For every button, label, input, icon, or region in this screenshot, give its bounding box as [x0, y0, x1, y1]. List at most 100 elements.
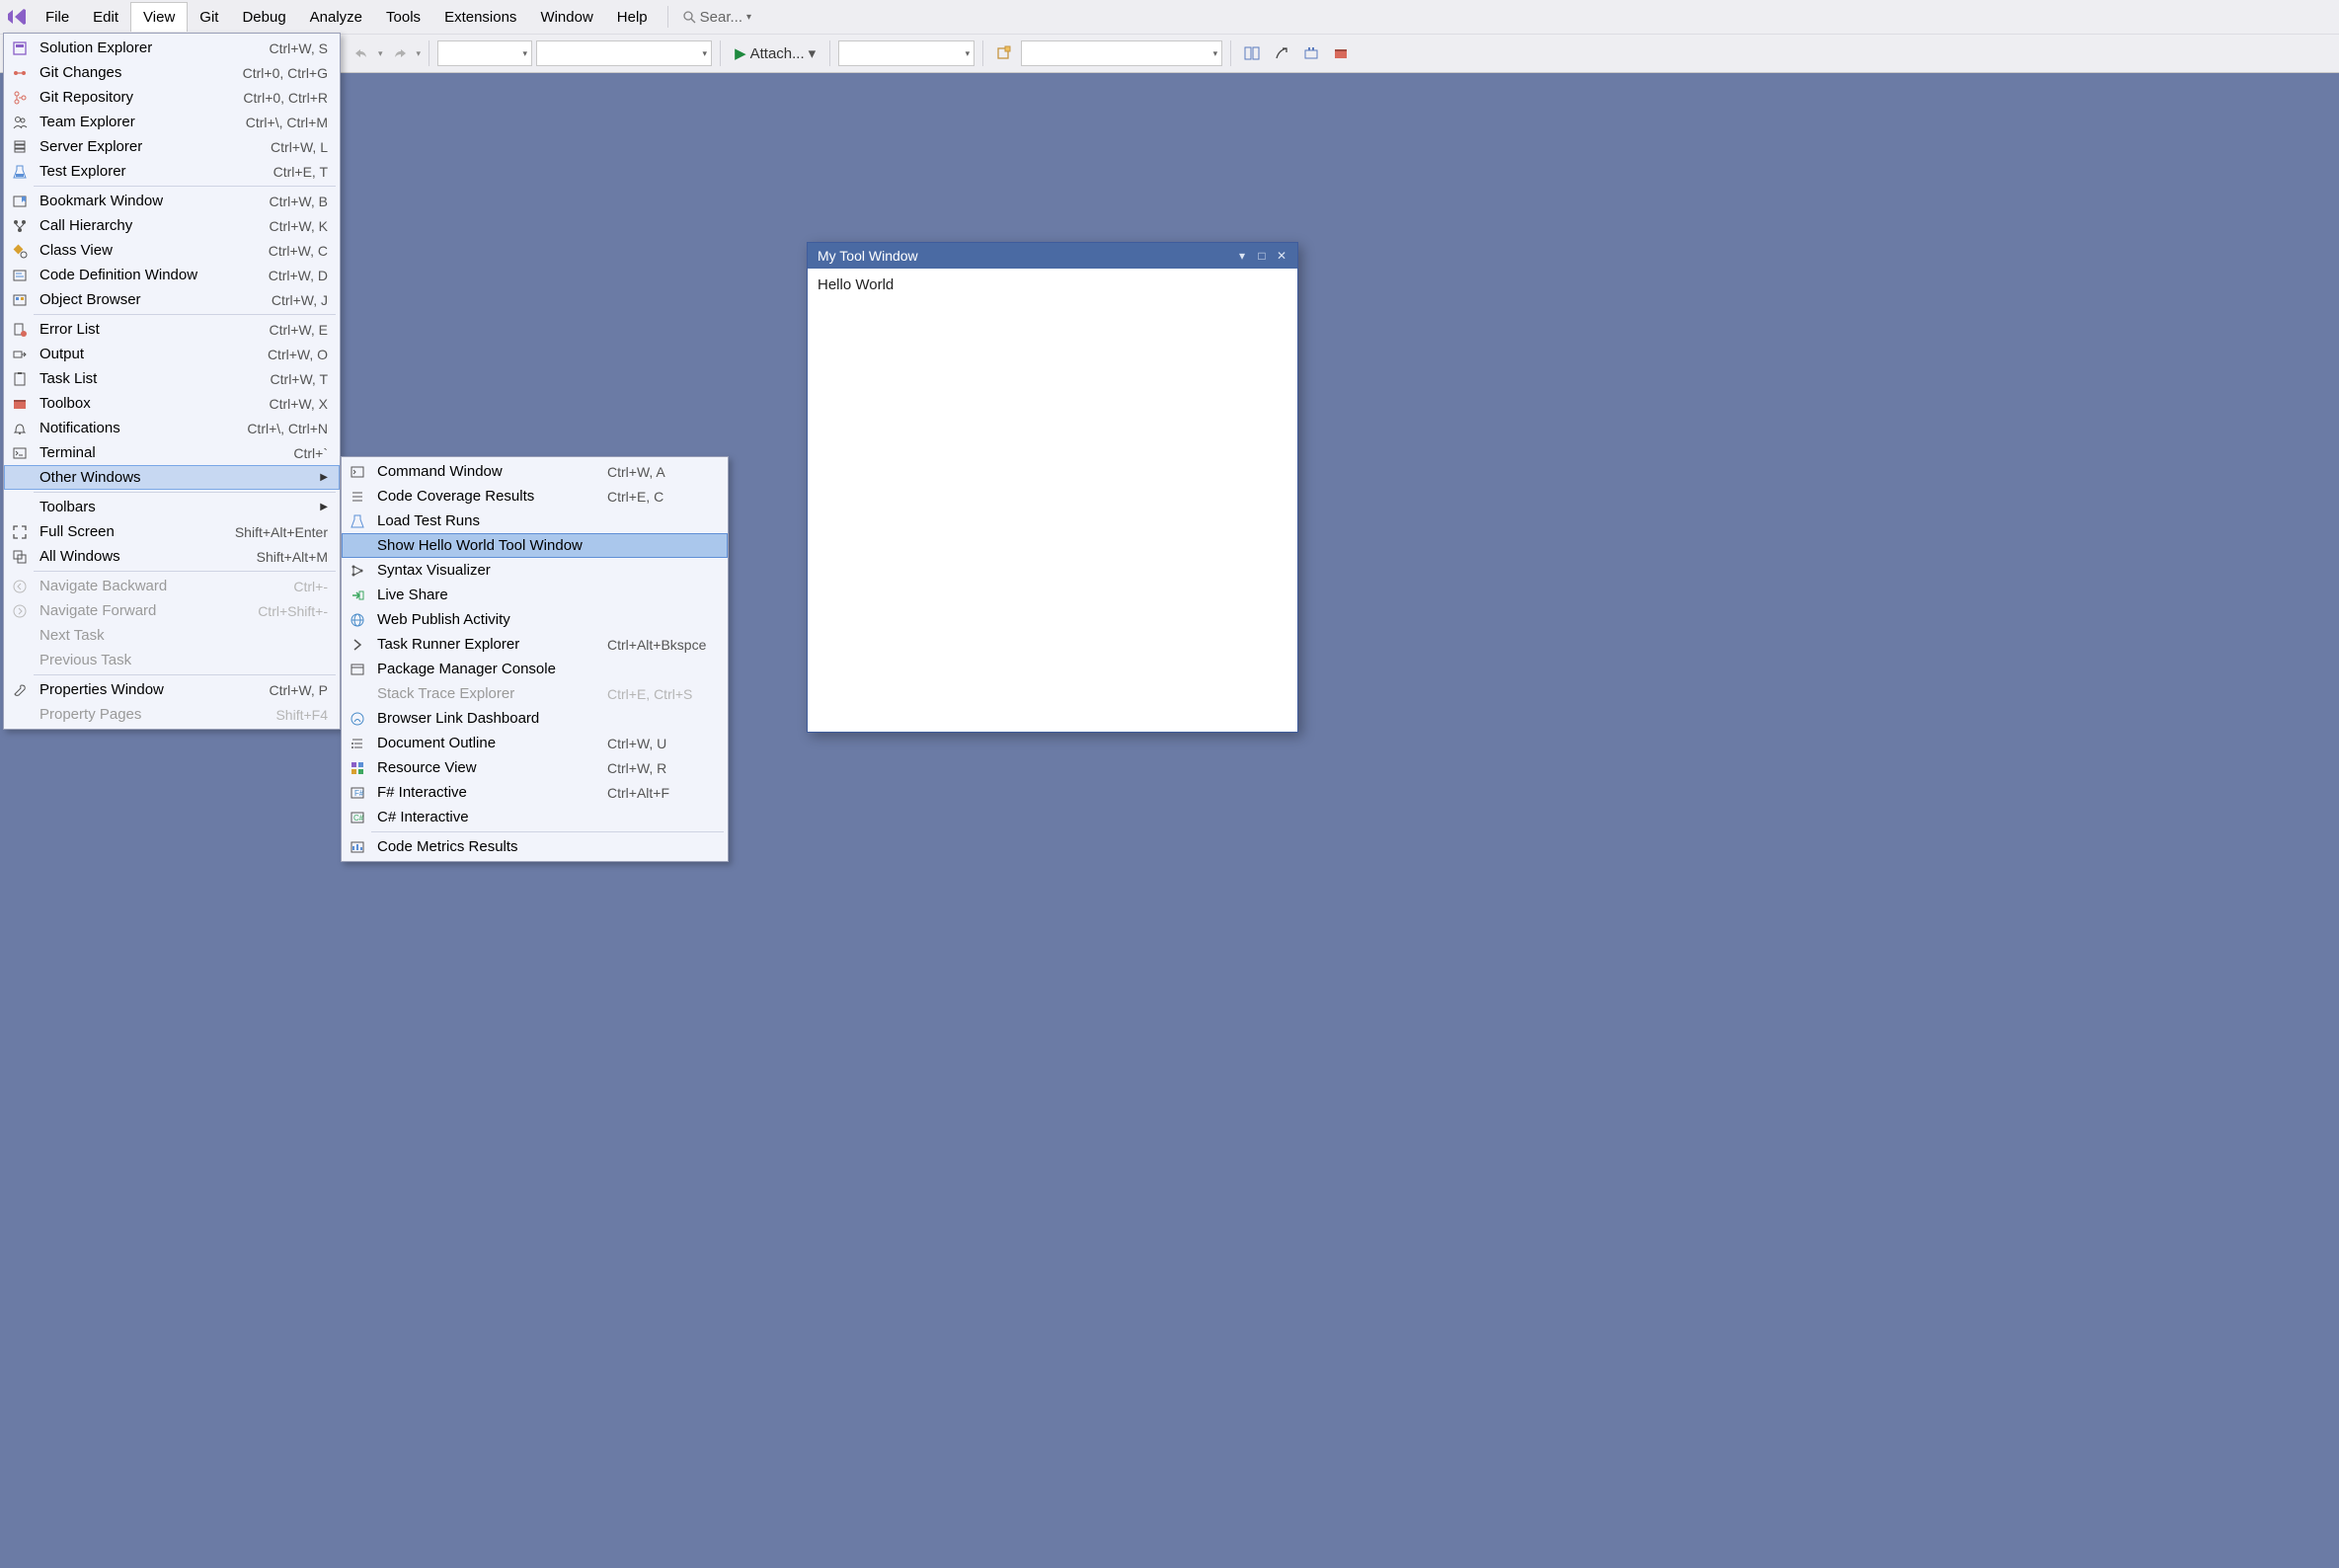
menu-item-syntax-visualizer[interactable]: Syntax Visualizer [342, 558, 728, 583]
menu-item-output[interactable]: OutputCtrl+W, O [4, 342, 340, 366]
menu-debug[interactable]: Debug [230, 3, 297, 32]
menu-extensions[interactable]: Extensions [432, 3, 528, 32]
git-changes-icon [8, 63, 32, 83]
toolbox-icon [8, 394, 32, 414]
menu-item-package-manager[interactable]: Package Manager Console [342, 657, 728, 681]
csharp-icon: C# [346, 808, 369, 827]
target-combo[interactable]: ▾ [838, 40, 975, 66]
hierarchy-icon [8, 216, 32, 236]
menu-item-full-screen[interactable]: Full ScreenShift+Alt+Enter [4, 519, 340, 544]
menu-item-class-view[interactable]: Class ViewCtrl+W, C [4, 238, 340, 263]
chevron-right-icon: ▶ [320, 472, 328, 483]
menu-git[interactable]: Git [188, 3, 230, 32]
other-windows-submenu: Command WindowCtrl+W, A Code Coverage Re… [341, 456, 729, 862]
menu-tools[interactable]: Tools [374, 3, 432, 32]
dropdown-button[interactable]: ▾ [1232, 246, 1252, 266]
menu-item-live-share[interactable]: Live Share [342, 583, 728, 607]
svg-text:C#: C# [353, 814, 364, 823]
menu-item-resource-view[interactable]: Resource ViewCtrl+W, R [342, 755, 728, 780]
chevron-down-icon: ▾ [809, 44, 817, 62]
menu-item-test-explorer[interactable]: Test ExplorerCtrl+E, T [4, 159, 340, 184]
menu-item-code-metrics[interactable]: Code Metrics Results [342, 834, 728, 859]
tool-window-titlebar[interactable]: My Tool Window ▾ □ ✕ [808, 243, 1297, 269]
maximize-button[interactable]: □ [1252, 246, 1272, 266]
menu-item-code-definition[interactable]: Code Definition WindowCtrl+W, D [4, 263, 340, 287]
separator [829, 40, 830, 66]
separator [34, 674, 336, 675]
menu-item-fsharp-interactive[interactable]: F#F# InteractiveCtrl+Alt+F [342, 780, 728, 805]
menu-item-bookmark-window[interactable]: Bookmark WindowCtrl+W, B [4, 189, 340, 213]
menu-item-server-explorer[interactable]: Server ExplorerCtrl+W, L [4, 134, 340, 159]
menu-analyze[interactable]: Analyze [298, 3, 374, 32]
menu-item-git-changes[interactable]: Git ChangesCtrl+0, Ctrl+G [4, 60, 340, 85]
menu-item-terminal[interactable]: TerminalCtrl+` [4, 440, 340, 465]
menu-item-browser-link[interactable]: Browser Link Dashboard [342, 706, 728, 731]
output-icon [8, 345, 32, 364]
menu-item-toolbars[interactable]: Toolbars▶ [4, 495, 340, 519]
menu-view[interactable]: View [130, 2, 188, 32]
menu-file[interactable]: File [34, 3, 81, 32]
new-item-button[interactable] [991, 40, 1017, 66]
object-browser-icon [8, 290, 32, 310]
chevron-down-icon[interactable]: ▾ [417, 48, 422, 59]
menu-item-error-list[interactable]: Error ListCtrl+W, E [4, 317, 340, 342]
metrics-icon [346, 837, 369, 857]
wrench-icon [8, 680, 32, 700]
view-menu: Solution ExplorerCtrl+W, S Git ChangesCt… [3, 33, 341, 730]
redo-button[interactable] [387, 40, 413, 66]
menubar: File Edit View Git Debug Analyze Tools E… [0, 0, 2339, 34]
menu-item-csharp-interactive[interactable]: C#C# Interactive [342, 805, 728, 829]
package-icon [346, 660, 369, 679]
menu-item-solution-explorer[interactable]: Solution ExplorerCtrl+W, S [4, 36, 340, 60]
menu-item-code-coverage[interactable]: Code Coverage ResultsCtrl+E, C [342, 484, 728, 509]
menu-item-team-explorer[interactable]: Team ExplorerCtrl+\, Ctrl+M [4, 110, 340, 134]
menu-edit[interactable]: Edit [81, 3, 130, 32]
menu-item-properties-window[interactable]: Properties WindowCtrl+W, P [4, 677, 340, 702]
menu-item-show-hello-world[interactable]: Show Hello World Tool Window [342, 533, 728, 558]
globe-icon [346, 610, 369, 630]
menu-item-all-windows[interactable]: All WindowsShift+Alt+M [4, 544, 340, 569]
menu-item-navigate-forward: Navigate ForwardCtrl+Shift+- [4, 598, 340, 623]
menu-item-git-repository[interactable]: Git RepositoryCtrl+0, Ctrl+R [4, 85, 340, 110]
load-test-icon [346, 511, 369, 531]
menu-item-next-task: Next Task [4, 623, 340, 648]
close-button[interactable]: ✕ [1272, 246, 1291, 266]
menu-item-command-window[interactable]: Command WindowCtrl+W, A [342, 459, 728, 484]
undo-button[interactable] [349, 40, 374, 66]
attach-button[interactable]: ▶ Attach... ▾ [729, 44, 821, 62]
toolbar: ▾ ▾ ▾ ▾ ▶ Attach... ▾ ▾ ▾ [0, 34, 2339, 73]
search-box[interactable]: Sear... ▾ [676, 9, 757, 26]
separator [667, 6, 668, 28]
search-placeholder: Sear... [700, 9, 742, 26]
menu-item-load-test-runs[interactable]: Load Test Runs [342, 509, 728, 533]
extensions-button[interactable] [1298, 40, 1324, 66]
menu-item-object-browser[interactable]: Object BrowserCtrl+W, J [4, 287, 340, 312]
menu-item-property-pages: Property PagesShift+F4 [4, 702, 340, 727]
test-icon [8, 162, 32, 182]
menu-item-document-outline[interactable]: Document OutlineCtrl+W, U [342, 731, 728, 755]
menu-item-toolbox[interactable]: ToolboxCtrl+W, X [4, 391, 340, 416]
separator [1230, 40, 1231, 66]
menu-window[interactable]: Window [528, 3, 604, 32]
menu-item-other-windows[interactable]: Other Windows▶ [4, 465, 340, 490]
svg-text:F#: F# [354, 789, 364, 798]
configuration-combo[interactable]: ▾ [437, 40, 532, 66]
outline-icon [346, 734, 369, 753]
menu-item-call-hierarchy[interactable]: Call HierarchyCtrl+W, K [4, 213, 340, 238]
tool-window: My Tool Window ▾ □ ✕ Hello World [807, 242, 1298, 733]
menu-item-task-list[interactable]: Task ListCtrl+W, T [4, 366, 340, 391]
settings-button[interactable] [1269, 40, 1294, 66]
menu-help[interactable]: Help [605, 3, 660, 32]
menu-item-task-runner[interactable]: Task Runner ExplorerCtrl+Alt+Bkspce [342, 632, 728, 657]
bookmark-icon [8, 192, 32, 211]
separator [34, 492, 336, 493]
menu-item-web-publish[interactable]: Web Publish Activity [342, 607, 728, 632]
chevron-down-icon[interactable]: ▾ [378, 48, 383, 59]
menu-item-previous-task: Previous Task [4, 648, 340, 672]
layout-button[interactable] [1239, 40, 1265, 66]
platform-combo[interactable]: ▾ [536, 40, 712, 66]
separator [982, 40, 983, 66]
scope-combo[interactable]: ▾ [1021, 40, 1222, 66]
toolbox-button[interactable] [1328, 40, 1354, 66]
menu-item-notifications[interactable]: NotificationsCtrl+\, Ctrl+N [4, 416, 340, 440]
